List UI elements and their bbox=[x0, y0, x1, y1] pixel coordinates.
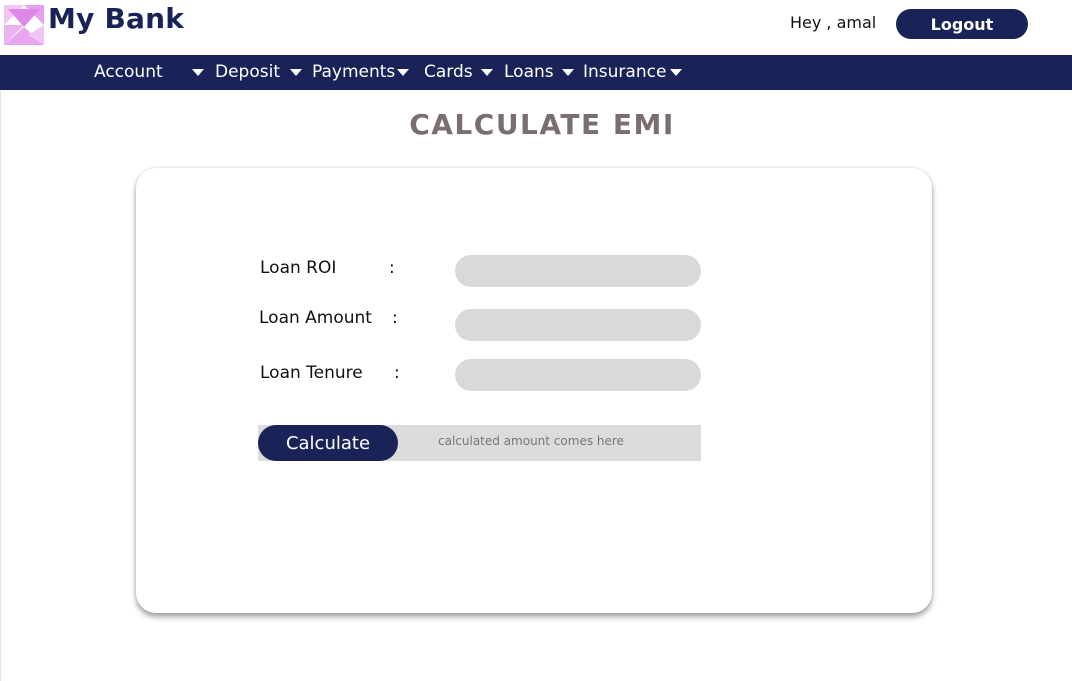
nav-item-label: Insurance bbox=[583, 62, 667, 82]
emi-result-text: calculated amount comes here bbox=[438, 434, 624, 448]
nav-item-cards[interactable]: Cards bbox=[424, 59, 493, 85]
page-title: CALCULATE EMI bbox=[409, 108, 675, 141]
chevron-down-icon bbox=[561, 68, 574, 76]
loan-tenure-colon: : bbox=[394, 363, 400, 383]
nav-item-insurance[interactable]: Insurance bbox=[583, 59, 683, 85]
nav-item-label: Cards bbox=[424, 62, 473, 82]
loan-roi-colon: : bbox=[389, 258, 395, 278]
loan-amount-input[interactable] bbox=[455, 309, 701, 341]
nav-item-account[interactable]: Account bbox=[94, 59, 163, 85]
loan-roi-label: Loan ROI bbox=[260, 258, 337, 278]
calculate-button[interactable]: Calculate bbox=[258, 425, 398, 461]
chevron-down-icon bbox=[397, 68, 410, 76]
nav-item-label: Loans bbox=[504, 62, 554, 82]
nav-item-payments[interactable]: Payments bbox=[312, 59, 410, 85]
nav-item-label: Deposit bbox=[215, 62, 280, 82]
nav-item-loans[interactable]: Loans bbox=[504, 59, 574, 85]
loan-roi-input[interactable] bbox=[455, 255, 701, 287]
chevron-down-icon bbox=[290, 68, 302, 76]
loan-amount-label: Loan Amount bbox=[259, 308, 372, 328]
loan-tenure-label: Loan Tenure bbox=[260, 363, 363, 383]
nav-item-deposit[interactable]: Deposit bbox=[215, 59, 302, 85]
chevron-down-icon bbox=[480, 68, 493, 76]
brand-name: My Bank bbox=[48, 2, 185, 35]
main-nav: Account Deposit Payments Cards Loans Ins… bbox=[0, 55, 1072, 90]
logout-button[interactable]: Logout bbox=[896, 9, 1028, 39]
bank-logo-icon bbox=[4, 5, 44, 45]
chevron-down-icon bbox=[670, 68, 683, 76]
account-chevron-down-icon[interactable] bbox=[192, 69, 204, 76]
loan-tenure-input[interactable] bbox=[455, 359, 701, 391]
app-header: My Bank Hey , amal Logout bbox=[0, 0, 1072, 55]
nav-item-label: Payments bbox=[312, 62, 396, 82]
nav-item-label: Account bbox=[94, 62, 163, 82]
user-greeting: Hey , amal bbox=[790, 13, 877, 32]
loan-amount-colon: : bbox=[392, 308, 398, 328]
